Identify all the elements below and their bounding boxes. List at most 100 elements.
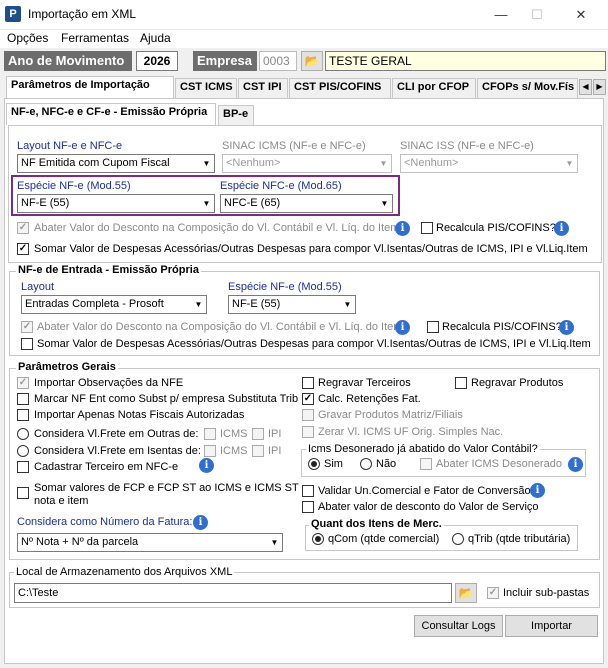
- fatura-select[interactable]: Nº Nota + Nº da parcela ▼: [17, 533, 283, 552]
- minimize-button[interactable]: —: [486, 4, 516, 26]
- zerar-icms-label: Zerar Vl. ICMS UF Orig. Simples Nac.: [318, 426, 504, 438]
- frete-isentas-label: Considera Vl.Frete em Isentas de:: [34, 445, 201, 457]
- qcom-radio[interactable]: [312, 533, 324, 545]
- chevron-down-icon: ▼: [194, 300, 203, 309]
- chevron-down-icon: ▼: [565, 159, 574, 168]
- empresa-label: Empresa: [193, 51, 257, 71]
- quant-title: Quant dos Itens de Merc.: [309, 518, 444, 530]
- folder-icon: 📂: [304, 54, 320, 68]
- info-icon[interactable]: i: [530, 483, 545, 498]
- importar-obs-checkbox[interactable]: ✓: [17, 377, 29, 389]
- frete-outras-icms-label: ICMS: [220, 428, 248, 440]
- especie-nfe-value: NF-E (55): [21, 197, 70, 209]
- empresa-search-button[interactable]: 📂: [301, 51, 323, 71]
- somar-fcp-checkbox[interactable]: [17, 487, 29, 499]
- info-icon[interactable]: i: [395, 221, 410, 236]
- info-icon[interactable]: i: [199, 458, 214, 473]
- somar-saida-label: Somar Valor de Despesas Acessórias/Outra…: [34, 243, 588, 255]
- subpastas-checkbox[interactable]: ✓: [487, 587, 499, 599]
- main-tabs: Parâmetros de Importação CST ICMS CST IP…: [4, 76, 608, 100]
- especie-nfce-label: Espécie NFC-e (Mod.65): [220, 180, 342, 192]
- marcar-nf-checkbox[interactable]: [17, 393, 29, 405]
- desonerado-sim-radio[interactable]: [308, 458, 320, 470]
- chevron-down-icon: ▼: [379, 159, 388, 168]
- tab-cst-ipi[interactable]: CST IPI: [238, 78, 288, 98]
- especie-nfce-value: NFC-E (65): [224, 197, 281, 209]
- abater-desonerado-label: Abater ICMS Desonerado: [436, 458, 562, 470]
- consultar-logs-button[interactable]: Consultar Logs: [414, 615, 503, 637]
- maximize-button[interactable]: ☐: [522, 4, 552, 26]
- tab-parametros[interactable]: Parâmetros de Importação: [6, 76, 174, 98]
- tab-cfops-mov[interactable]: CFOPs s/ Mov.Fís: [477, 78, 578, 98]
- frete-isentas-icms-checkbox[interactable]: [204, 445, 216, 457]
- info-icon[interactable]: i: [193, 515, 208, 530]
- regravar-terceiros-checkbox[interactable]: [302, 377, 314, 389]
- desonerado-nao-radio[interactable]: [360, 458, 372, 470]
- desonerado-nao-label: Não: [376, 458, 397, 470]
- frete-isentas-radio[interactable]: [17, 445, 29, 457]
- sinac-iss-select[interactable]: <Nenhum> ▼: [400, 154, 578, 173]
- layout-nfe-select[interactable]: NF Emitida com Cupom Fiscal ▼: [17, 154, 215, 173]
- frete-outras-ipi-label: IPI: [268, 428, 282, 440]
- abater-servico-checkbox[interactable]: [302, 501, 314, 513]
- zerar-icms-checkbox[interactable]: [302, 426, 314, 438]
- ano-input[interactable]: 2026: [136, 51, 178, 71]
- empresa-code-input[interactable]: 0003: [259, 51, 297, 71]
- gravar-matriz-checkbox[interactable]: [302, 409, 314, 421]
- tab-cli-cfop[interactable]: CLI por CFOP: [392, 78, 476, 98]
- frete-isentas-icms-label: ICMS: [220, 445, 248, 457]
- tab-scroll-left[interactable]: ◀: [579, 79, 592, 95]
- frete-outras-ipi-checkbox[interactable]: [252, 428, 264, 440]
- recalcula-saida-checkbox[interactable]: [421, 222, 433, 234]
- regravar-produtos-checkbox[interactable]: [455, 377, 467, 389]
- chevron-down-icon: ▼: [343, 300, 352, 309]
- info-icon[interactable]: i: [568, 457, 583, 472]
- especie-nfce-select[interactable]: NFC-E (65) ▼: [220, 194, 393, 213]
- local-browse-button[interactable]: 📂: [455, 583, 477, 603]
- menu-ferramentas[interactable]: Ferramentas: [61, 31, 129, 45]
- desonerado-sim-label: Sim: [324, 458, 343, 470]
- abater-entrada-checkbox[interactable]: ✓: [21, 321, 33, 333]
- validar-checkbox[interactable]: [302, 485, 314, 497]
- tab-cst-icms[interactable]: CST ICMS: [175, 78, 237, 98]
- info-icon[interactable]: i: [395, 320, 410, 335]
- chevron-down-icon: ▼: [380, 199, 389, 208]
- entrada-title: NF-e de Entrada - Emissão Própria: [16, 264, 201, 276]
- qtrib-label: qTrib (qtde tributária): [468, 533, 571, 545]
- abater-saida-checkbox[interactable]: ✓: [17, 222, 29, 234]
- info-icon[interactable]: i: [559, 320, 574, 335]
- menu-ajuda[interactable]: Ajuda: [140, 31, 171, 45]
- menu-opcoes[interactable]: Opções: [7, 31, 48, 45]
- entrada-layout-select[interactable]: Entradas Completa - Prosoft ▼: [21, 295, 207, 314]
- subtab-bpe[interactable]: BP-e: [218, 105, 254, 125]
- abater-desonerado-checkbox[interactable]: [420, 458, 432, 470]
- entrada-especie-select[interactable]: NF-E (55) ▼: [228, 295, 356, 314]
- close-button[interactable]: ✕: [566, 4, 596, 26]
- frete-outras-icms-checkbox[interactable]: [204, 428, 216, 440]
- importar-aut-checkbox[interactable]: [17, 409, 29, 421]
- sinac-icms-label: SINAC ICMS (NF-e e NFC-e): [222, 140, 366, 152]
- app-icon: P: [5, 6, 21, 22]
- abater-saida-label: Abater Valor do Desconto na Composição d…: [34, 222, 400, 234]
- qtrib-radio[interactable]: [452, 533, 464, 545]
- somar-entrada-checkbox[interactable]: [21, 338, 33, 350]
- especie-nfe-select[interactable]: NF-E (55) ▼: [17, 194, 215, 213]
- calc-retencoes-checkbox[interactable]: ✓: [302, 393, 314, 405]
- ano-label: Ano de Movimento: [4, 51, 132, 71]
- frete-isentas-ipi-checkbox[interactable]: [252, 445, 264, 457]
- sinac-icms-select[interactable]: <Nenhum> ▼: [222, 154, 392, 173]
- tab-cst-pis-cofins[interactable]: CST PIS/COFINS: [289, 78, 391, 98]
- subtab-nfe[interactable]: NF-e, NFC-e e CF-e - Emissão Própria: [6, 103, 216, 125]
- frete-outras-radio[interactable]: [17, 428, 29, 440]
- recalcula-entrada-checkbox[interactable]: [427, 321, 439, 333]
- frete-isentas-ipi-label: IPI: [268, 445, 282, 457]
- local-path-input[interactable]: C:\Teste: [14, 583, 452, 603]
- cadastrar-checkbox[interactable]: [17, 461, 29, 473]
- tab-scroll-right[interactable]: ▶: [593, 79, 606, 95]
- marcar-nf-label: Marcar NF Ent como Subst p/ empresa Subs…: [34, 393, 299, 405]
- importar-button[interactable]: Importar: [505, 615, 598, 637]
- info-icon[interactable]: i: [554, 221, 569, 236]
- somar-fcp-label: Somar valores de FCP e FCP ST ao ICMS e …: [34, 482, 299, 494]
- somar-saida-checkbox[interactable]: ✓: [17, 243, 29, 255]
- abater-entrada-label: Abater Valor do Desconto na Composição d…: [37, 321, 403, 333]
